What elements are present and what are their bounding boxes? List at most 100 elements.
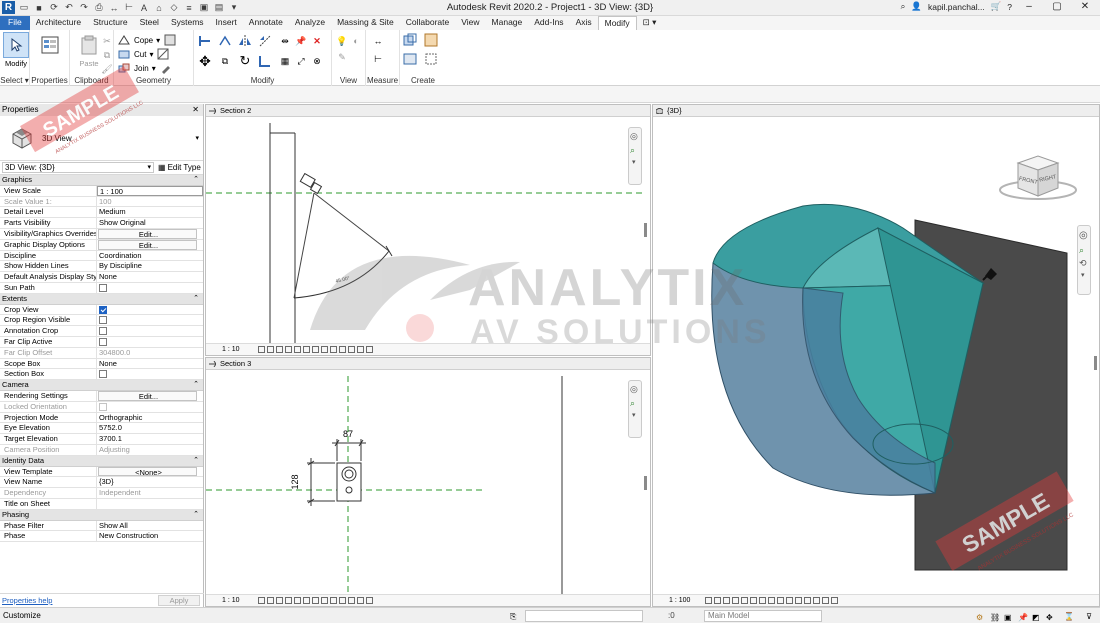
view-section-3[interactable]: Section 3 87 128 ◎ ⌕ ▾ 1 : 10 bbox=[205, 357, 651, 607]
group-phasing[interactable]: Phasing ⌃ bbox=[0, 509, 203, 521]
tab-collaborate[interactable]: Collaborate bbox=[400, 16, 455, 30]
prop-scope-box[interactable]: Scope Box None bbox=[0, 358, 203, 370]
prop-title-on-sheet[interactable]: Title on Sheet bbox=[0, 498, 203, 510]
split-element-icon[interactable]: ⇹ bbox=[278, 34, 292, 48]
array-icon[interactable]: ▦ bbox=[278, 54, 292, 68]
split-face-icon[interactable] bbox=[156, 47, 170, 61]
cart-icon[interactable]: 🛒 bbox=[991, 1, 1002, 12]
select-pinned-icon[interactable]: 📌 bbox=[1018, 610, 1028, 622]
background-processes-icon[interactable]: ⌛ bbox=[1064, 609, 1074, 623]
editable-only-icon[interactable]: ⚙ bbox=[976, 610, 986, 622]
copy-clipboard-icon[interactable]: ⧉ bbox=[100, 48, 114, 62]
override-icon[interactable]: ◐ bbox=[349, 34, 363, 48]
view-3d[interactable]: {3D} FRONT RIGHT ◎ ⌕ ⟲ ▾ 1: 100 bbox=[652, 104, 1100, 607]
group-camera[interactable]: Camera ⌃ bbox=[0, 380, 203, 391]
zoom-region-icon[interactable]: ⌕ bbox=[630, 145, 640, 156]
tab-file[interactable]: File bbox=[0, 16, 30, 30]
cut-clipboard-icon[interactable]: ✂ bbox=[100, 34, 114, 48]
type-dropdown-icon[interactable]: ▾ bbox=[195, 134, 199, 142]
user-icon[interactable]: 👤 bbox=[911, 1, 922, 12]
prop-target-elevation[interactable]: Target Elevation 3700.1 bbox=[0, 434, 203, 445]
orbit-icon[interactable]: ⟲ bbox=[1079, 258, 1089, 269]
width-dimension-text[interactable]: 87 bbox=[343, 429, 353, 439]
paste-button[interactable]: Paste bbox=[76, 32, 102, 68]
view-section-2[interactable]: Section 2 45.00° ◎ ⌕ ▾ 1 : 10 bbox=[205, 104, 651, 356]
crop-view-checkbox[interactable] bbox=[99, 305, 107, 314]
instance-selector[interactable]: 3D View: {3D} ▾ bbox=[2, 162, 154, 173]
steering-wheel-icon[interactable]: ◎ bbox=[630, 384, 640, 395]
section-3-navigation-bar[interactable]: ◎ ⌕ ▾ bbox=[628, 380, 642, 438]
graphic-display-edit-button[interactable]: Edit... bbox=[98, 239, 197, 250]
align-icon[interactable] bbox=[198, 34, 212, 48]
cut-button[interactable]: Cut ▾ bbox=[117, 47, 170, 61]
apply-button[interactable]: Apply bbox=[158, 595, 200, 606]
worksharing-icon[interactable]: ⎘ bbox=[510, 609, 516, 623]
prop-view-scale[interactable]: View Scale 1 : 100 bbox=[0, 185, 203, 197]
move-icon[interactable]: ✥ bbox=[198, 53, 212, 69]
properties-button[interactable] bbox=[37, 32, 63, 58]
view-template-button[interactable]: <None> bbox=[98, 466, 197, 477]
linework-icon[interactable]: ✎ bbox=[335, 50, 349, 64]
select-panel-label[interactable]: Select ▾ bbox=[0, 76, 29, 85]
prop-parts-visibility[interactable]: Parts Visibility Show Original bbox=[0, 218, 203, 229]
zoom-region-icon[interactable]: ⌕ bbox=[630, 398, 640, 409]
create-similar-icon[interactable] bbox=[424, 52, 438, 66]
copy-icon[interactable]: ⧉ bbox=[218, 54, 232, 68]
prop-phase-filter[interactable]: Phase Filter Show All bbox=[0, 520, 203, 532]
drag-elements-icon[interactable]: ✥ bbox=[1046, 610, 1056, 622]
filter-icon[interactable]: ⊽ bbox=[1086, 609, 1092, 623]
tab-analyze[interactable]: Analyze bbox=[289, 16, 331, 30]
ribbon-minimize-icon[interactable]: ⊡ ▾ bbox=[637, 16, 663, 30]
prop-phase[interactable]: Phase New Construction bbox=[0, 531, 203, 543]
tab-architecture[interactable]: Architecture bbox=[30, 16, 87, 30]
create-assembly-icon[interactable] bbox=[403, 33, 417, 47]
3d-navigation-bar[interactable]: ◎ ⌕ ⟲ ▾ bbox=[1077, 225, 1091, 295]
paint-icon[interactable] bbox=[159, 61, 173, 75]
zoom-region-icon[interactable]: ⌕ bbox=[1079, 245, 1089, 256]
viewcube[interactable]: FRONT RIGHT bbox=[999, 155, 1077, 200]
prop-view-name[interactable]: View Name {3D} bbox=[0, 477, 203, 489]
prop-analysis-style[interactable]: Default Analysis Display Style None bbox=[0, 272, 203, 283]
tab-structure[interactable]: Structure bbox=[87, 16, 134, 30]
section-box-checkbox[interactable] bbox=[99, 370, 107, 379]
unpin-icon[interactable]: ⊗ bbox=[310, 54, 324, 68]
measure-between-icon[interactable]: ↔ bbox=[371, 34, 385, 48]
scale-icon[interactable]: ⤢ bbox=[294, 54, 308, 68]
design-option-selector[interactable]: Main Model bbox=[704, 610, 822, 622]
group-identity-data[interactable]: Identity Data ⌃ bbox=[0, 455, 203, 467]
annotation-crop-checkbox[interactable] bbox=[99, 327, 107, 336]
tab-steel[interactable]: Steel bbox=[134, 16, 165, 30]
create-parts-icon[interactable] bbox=[424, 33, 438, 47]
rendering-settings-edit-button[interactable]: Edit... bbox=[98, 390, 197, 401]
group-graphics[interactable]: Graphics ⌃ bbox=[0, 175, 203, 186]
cope-button[interactable]: Cope ▾ bbox=[117, 33, 177, 47]
navbar-menu-icon[interactable]: ▾ bbox=[1081, 271, 1087, 279]
workset-selector[interactable] bbox=[525, 610, 643, 622]
far-clip-active-checkbox[interactable] bbox=[99, 337, 107, 346]
join-button[interactable]: Join ▾ bbox=[117, 61, 173, 75]
pin-icon[interactable]: 📌 bbox=[294, 34, 308, 48]
crop-region-visible-checkbox[interactable] bbox=[99, 316, 107, 325]
section-2-navigation-bar[interactable]: ◎ ⌕ ▾ bbox=[628, 127, 642, 185]
tab-insert[interactable]: Insert bbox=[210, 16, 243, 30]
match-type-icon[interactable]: 🖌 bbox=[100, 62, 114, 76]
3d-scale[interactable]: 1 : 100 bbox=[669, 595, 697, 606]
edit-type-button[interactable]: ▦ Edit Type bbox=[158, 163, 201, 172]
prop-hidden-lines[interactable]: Show Hidden Lines By Discipline bbox=[0, 261, 203, 273]
rotate-icon[interactable]: ↻ bbox=[238, 53, 252, 68]
trim-icon[interactable] bbox=[258, 54, 272, 68]
modify-button[interactable]: Modify bbox=[3, 32, 29, 68]
hide-bulb-icon[interactable]: 💡 bbox=[335, 34, 349, 48]
prop-detail-level[interactable]: Detail Level Medium bbox=[0, 207, 203, 219]
type-selector[interactable]: 3D View ▾ bbox=[0, 116, 203, 161]
delete-icon[interactable]: ✕ bbox=[310, 34, 324, 48]
select-underlay-icon[interactable]: ▣ bbox=[1004, 610, 1014, 622]
steering-wheel-icon[interactable]: ◎ bbox=[630, 131, 640, 142]
tab-systems[interactable]: Systems bbox=[165, 16, 210, 30]
close-icon[interactable]: ✕ bbox=[1074, 1, 1096, 12]
3d-view-icons[interactable] bbox=[705, 597, 838, 604]
mirror-axis-icon[interactable] bbox=[238, 34, 252, 48]
properties-close-icon[interactable]: ✕ bbox=[192, 104, 199, 116]
navbar-menu-icon[interactable]: ▾ bbox=[632, 158, 638, 166]
section-2-scale[interactable]: 1 : 10 bbox=[222, 344, 250, 355]
